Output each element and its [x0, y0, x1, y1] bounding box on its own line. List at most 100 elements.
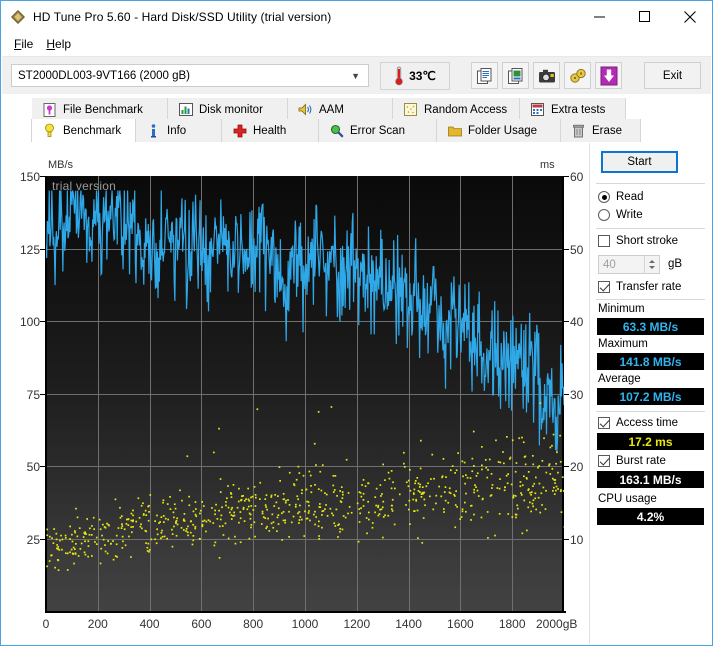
average-value: 107.2 MB/s	[597, 388, 704, 405]
plug-connector-icon[interactable]	[564, 62, 591, 89]
panel-divider	[589, 143, 590, 644]
window-controls	[577, 1, 712, 33]
checkbox-access-time[interactable]: Access time	[598, 417, 678, 429]
radio-write-indicator	[598, 209, 610, 221]
y-tick-label: 50	[26, 460, 40, 474]
tab-erase[interactable]: Erase	[561, 119, 641, 142]
transfer-rate-checkbox-indicator	[598, 281, 610, 293]
tab-file-benchmark[interactable]: File Benchmark	[32, 98, 168, 121]
menu-item-help[interactable]: Help	[42, 35, 80, 53]
menu-help-rest: elp	[55, 37, 72, 51]
spinner-down-icon[interactable]	[649, 266, 655, 269]
copy-image-icon[interactable]	[502, 62, 529, 89]
hdtune-diamond-icon	[10, 9, 26, 25]
radio-read-indicator	[598, 191, 610, 203]
trash-icon	[571, 123, 586, 138]
maximum-label: Maximum	[598, 338, 648, 350]
spinner-up-icon[interactable]	[649, 260, 655, 263]
tab-benchmark[interactable]: Benchmark	[31, 119, 136, 142]
y-tick-mark	[40, 321, 45, 322]
tab-label: Disk monitor	[199, 103, 263, 116]
spinner-arrows[interactable]	[644, 256, 659, 273]
tab-label: AAM	[319, 103, 344, 116]
cpu-usage-label: CPU usage	[598, 493, 657, 505]
tab-aam[interactable]: AAM	[288, 98, 393, 121]
burst-rate-label: Burst rate	[616, 455, 666, 467]
y2-tick-label: 40	[570, 315, 584, 329]
magnifier-icon	[329, 123, 344, 138]
tab-error-scan[interactable]: Error Scan	[319, 119, 437, 142]
download-arrow-icon[interactable]	[595, 62, 622, 89]
tab-health[interactable]: Health	[222, 119, 319, 142]
radio-write[interactable]: Write	[598, 209, 643, 221]
y-tick-mark	[40, 466, 45, 467]
minimum-value: 63.3 MB/s	[597, 318, 704, 335]
y-tick-label: 75	[26, 387, 40, 402]
menu-item-file[interactable]: File	[10, 35, 42, 53]
minimize-icon[interactable]	[577, 1, 622, 32]
maximize-icon[interactable]	[622, 1, 667, 32]
divider	[596, 299, 705, 300]
tab-disk-monitor[interactable]: Disk monitor	[168, 98, 288, 121]
health-cross-icon	[232, 123, 247, 138]
toolbar: ST2000DL003-9VT166 (2000 gB) ▼ 33℃ Exit	[2, 56, 711, 94]
control-panel: Start Read Write Short stroke 40 gB Tran…	[592, 143, 712, 644]
speaker-icon	[298, 102, 313, 117]
temperature-display: 33℃	[380, 61, 450, 90]
average-label: Average	[598, 373, 641, 385]
radio-read[interactable]: Read	[598, 191, 644, 203]
drive-select[interactable]: ST2000DL003-9VT166 (2000 gB) ▼	[11, 64, 369, 87]
tab-extra-tests[interactable]: Extra tests	[520, 98, 626, 121]
menu-bar: File Help	[2, 33, 711, 55]
thermometer-icon	[394, 66, 404, 86]
divider	[596, 183, 705, 184]
info-icon	[146, 123, 161, 138]
exit-button[interactable]: Exit	[644, 62, 701, 89]
file-benchmark-icon	[42, 102, 57, 117]
checkbox-short-stroke[interactable]: Short stroke	[598, 235, 678, 247]
tab-info[interactable]: Info	[136, 119, 222, 142]
y2-tick-label: 20	[570, 460, 584, 474]
short-stroke-label: Short stroke	[616, 235, 678, 247]
tab-row-bottom: Benchmark Info Health Error Scan Folder …	[31, 119, 641, 142]
y-tick-label: 100	[19, 315, 40, 329]
checkbox-burst-rate[interactable]: Burst rate	[598, 455, 666, 467]
screenshot-camera-icon[interactable]	[533, 62, 560, 89]
short-stroke-input[interactable]: 40	[598, 255, 660, 274]
y2-tick-label: 60	[570, 170, 584, 184]
toolbar-buttons	[471, 62, 622, 89]
access-time-checkbox-indicator	[598, 417, 610, 429]
checkbox-transfer-rate[interactable]: Transfer rate	[598, 281, 681, 293]
random-access-icon	[403, 102, 418, 117]
short-stroke-unit: gB	[668, 258, 683, 270]
short-stroke-value: 40	[603, 258, 616, 271]
cpu-usage-value: 4.2%	[597, 508, 704, 525]
divider	[596, 228, 705, 229]
transfer-rate-line	[46, 190, 564, 452]
start-button[interactable]: Start	[601, 151, 678, 173]
tab-bar: File Benchmark Disk monitor AAM Random A…	[2, 98, 711, 143]
close-icon[interactable]	[667, 1, 712, 32]
window-title: HD Tune Pro 5.60 - Hard Disk/SSD Utility…	[33, 10, 332, 24]
tab-random-access[interactable]: Random Access	[393, 98, 520, 121]
temperature-value: 33℃	[409, 68, 436, 83]
maximum-value: 141.8 MB/s	[597, 353, 704, 370]
x-tick-label: 1800	[498, 617, 526, 631]
y2-tick-label: 50	[570, 242, 584, 257]
y-tick-label: 150	[19, 170, 40, 184]
y-tick-label: 25	[26, 532, 40, 547]
y-axis-unit-label: MB/s	[48, 159, 74, 171]
y2-tick-mark	[564, 466, 569, 467]
tab-label: Erase	[592, 124, 623, 137]
radio-read-label: Read	[616, 191, 644, 203]
access-time-value: 17.2 ms	[597, 433, 704, 450]
minimum-label: Minimum	[598, 303, 645, 315]
copy-icon[interactable]	[471, 62, 498, 89]
tab-folder-usage[interactable]: Folder Usage	[437, 119, 561, 142]
y2-tick-mark	[564, 538, 569, 540]
y-tick-mark	[40, 248, 45, 250]
y-tick-mark	[40, 393, 45, 395]
tab-label: Benchmark	[63, 124, 122, 137]
access-time-scatter	[46, 402, 564, 571]
y2-tick-label: 30	[570, 387, 584, 402]
